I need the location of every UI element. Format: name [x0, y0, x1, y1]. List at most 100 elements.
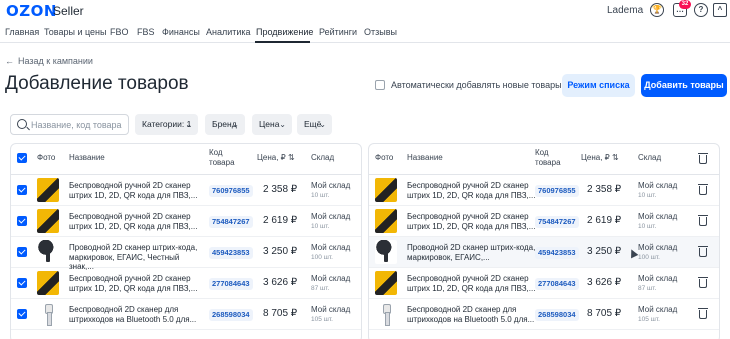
table-header: Фото Название Код товара Цена, ₽ ⇅ Склад — [369, 144, 719, 175]
nav-reviews[interactable]: Отзывы — [364, 27, 397, 37]
auto-add-checkbox[interactable] — [375, 80, 385, 90]
product-code[interactable]: 760976855 — [209, 185, 253, 197]
table-row[interactable]: Проводной 2D сканер штрих-кода, маркиров… — [369, 237, 719, 268]
add-products-button[interactable]: Добавить товары — [641, 74, 727, 97]
chevron-down-icon: ⌄ — [232, 120, 239, 129]
row-checkbox[interactable] — [17, 247, 27, 257]
product-name[interactable]: Проводной 2D сканер штрих-кода, маркиров… — [407, 243, 542, 262]
product-thumbnail — [37, 271, 59, 295]
col-warehouse: Склад — [311, 153, 335, 162]
product-name[interactable]: Беспроводной 2D сканер для штрихкодов на… — [407, 305, 542, 324]
product-code[interactable]: 277084643 — [535, 278, 579, 290]
price-filter-label: Цена — [259, 119, 280, 129]
col-code-line2: товара — [535, 158, 561, 167]
trash-all-icon[interactable] — [698, 153, 708, 164]
trophy-icon[interactable]: 🏆 — [650, 3, 664, 17]
warehouse-name: Мой склад — [638, 181, 678, 190]
nav-fbs[interactable]: FBS — [137, 27, 155, 37]
top-bar: OZON Seller Ladema 🏆 … 32 ? ^ — [0, 0, 730, 22]
col-price[interactable]: Цена, ₽ ⇅ — [581, 153, 619, 163]
product-code[interactable]: 459423853 — [535, 247, 579, 259]
table-row[interactable]: Проводной 2D сканер штрих-кода, маркиров… — [11, 237, 361, 271]
nav-fbo[interactable]: FBO — [110, 27, 129, 37]
search-icon — [17, 119, 27, 129]
nav-finance[interactable]: Финансы — [162, 27, 200, 37]
warehouse-name: Мой склад — [311, 212, 351, 221]
product-thumbnail — [37, 178, 59, 202]
warehouse-qty: 87 шт. — [638, 285, 657, 292]
product-code[interactable]: 760976855 — [535, 185, 579, 197]
table-row[interactable]: Беспроводной 2D сканер для штрихкодов на… — [11, 299, 361, 330]
product-code[interactable]: 459423853 — [209, 247, 253, 259]
logo-seller-label: Seller — [53, 4, 84, 18]
trash-icon[interactable] — [698, 246, 708, 257]
product-code[interactable]: 268598034 — [535, 309, 579, 321]
row-checkbox[interactable] — [17, 278, 27, 288]
table-row[interactable]: Беспроводной ручной 2D сканер штрих 1D, … — [369, 268, 719, 299]
back-link-label: Назад к кампании — [18, 56, 93, 66]
row-checkbox[interactable] — [17, 185, 27, 195]
nav-analytics[interactable]: Аналитика — [206, 27, 251, 37]
list-mode-button[interactable]: Режим списка — [562, 74, 635, 97]
sort-icon: ⇅ — [612, 153, 619, 162]
col-code-line1: Код — [535, 148, 549, 157]
category-filter[interactable]: Категории: 1 ⌄ — [135, 114, 198, 135]
product-code[interactable]: 268598034 — [209, 309, 253, 321]
table-header: Фото Название Код товара Цена, ₽ ⇅ Склад — [11, 144, 361, 175]
auto-add-text: Автоматически добавлять новые товары — [391, 80, 562, 90]
trash-icon[interactable] — [698, 308, 708, 319]
table-row[interactable]: Беспроводной ручной 2D сканер штрих 1D, … — [369, 206, 719, 237]
product-name[interactable]: Беспроводной ручной 2D сканер штрих 1D, … — [407, 181, 542, 200]
col-name: Название — [69, 153, 105, 162]
ozon-logo[interactable]: OZON — [6, 2, 57, 20]
nav-products-prices[interactable]: Товары и цены — [44, 27, 107, 37]
row-checkbox[interactable] — [17, 309, 27, 319]
product-code[interactable]: 277084643 — [209, 278, 253, 290]
product-name[interactable]: Беспроводной ручной 2D сканер штрих 1D, … — [407, 274, 542, 293]
trash-icon[interactable] — [698, 184, 708, 195]
search-input[interactable] — [31, 115, 127, 134]
product-code[interactable]: 754847267 — [209, 216, 253, 228]
nav-ratings[interactable]: Рейтинги — [319, 27, 357, 37]
price-filter[interactable]: Цена ⌄ — [252, 114, 292, 135]
product-price: 2 619 ₽ — [587, 215, 622, 226]
warehouse-qty: 105 шт. — [311, 316, 333, 323]
chevron-down-icon: ⌄ — [319, 120, 326, 129]
table-row[interactable]: Беспроводной 2D сканер для штрихкодов на… — [369, 299, 719, 330]
product-thumbnail — [37, 209, 59, 233]
warehouse-name: Мой склад — [311, 274, 351, 283]
table-row[interactable]: Беспроводной ручной 2D сканер штрих 1D, … — [369, 175, 719, 206]
table-row[interactable]: Беспроводной ручной 2D сканер штрих 1D, … — [11, 268, 361, 299]
row-checkbox[interactable] — [17, 216, 27, 226]
search-box[interactable] — [10, 114, 129, 135]
product-price: 3 626 ₽ — [263, 277, 298, 288]
nav-promotion[interactable]: Продвижение — [256, 27, 313, 37]
product-name[interactable]: Беспроводной ручной 2D сканер штрих 1D, … — [69, 274, 204, 293]
nav-home[interactable]: Главная — [5, 27, 39, 37]
product-code[interactable]: 754847267 — [535, 216, 579, 228]
col-code-line1: Код — [209, 148, 223, 157]
col-code: Код товара — [209, 148, 235, 168]
back-link[interactable]: ← Назад к кампании — [5, 56, 93, 66]
chevron-down-icon: ⌄ — [185, 120, 192, 129]
product-name[interactable]: Беспроводной 2D сканер для штрихкодов на… — [69, 305, 204, 324]
col-price[interactable]: Цена, ₽ ⇅ — [257, 153, 295, 163]
table-row[interactable]: Беспроводной ручной 2D сканер штрих 1D, … — [11, 175, 361, 206]
product-price: 2 619 ₽ — [263, 215, 298, 226]
brand-filter[interactable]: Бренд ⌄ — [205, 114, 245, 135]
select-all-checkbox[interactable] — [17, 153, 27, 163]
table-row[interactable]: Беспроводной ручной 2D сканер штрих 1D, … — [11, 206, 361, 237]
product-name[interactable]: Беспроводной ручной 2D сканер штрих 1D, … — [407, 212, 542, 231]
available-products-table: Фото Название Код товара Цена, ₽ ⇅ Склад … — [10, 143, 362, 339]
trash-icon[interactable] — [698, 277, 708, 288]
more-filter[interactable]: Ещё ⌄ — [297, 114, 332, 135]
product-name[interactable]: Беспроводной ручной 2D сканер штрих 1D, … — [69, 212, 204, 231]
auto-add-label: Автоматически добавлять новые товары — [391, 80, 571, 90]
warehouse-name: Мой склад — [638, 243, 678, 252]
product-name[interactable]: Беспроводной ручной 2D сканер штрих 1D, … — [69, 181, 204, 200]
trash-icon[interactable] — [698, 215, 708, 226]
graduation-icon[interactable]: ^ — [713, 3, 727, 17]
chevron-down-icon: ⌄ — [279, 120, 286, 129]
account-name[interactable]: Ladema — [607, 5, 643, 16]
help-icon[interactable]: ? — [694, 3, 708, 17]
